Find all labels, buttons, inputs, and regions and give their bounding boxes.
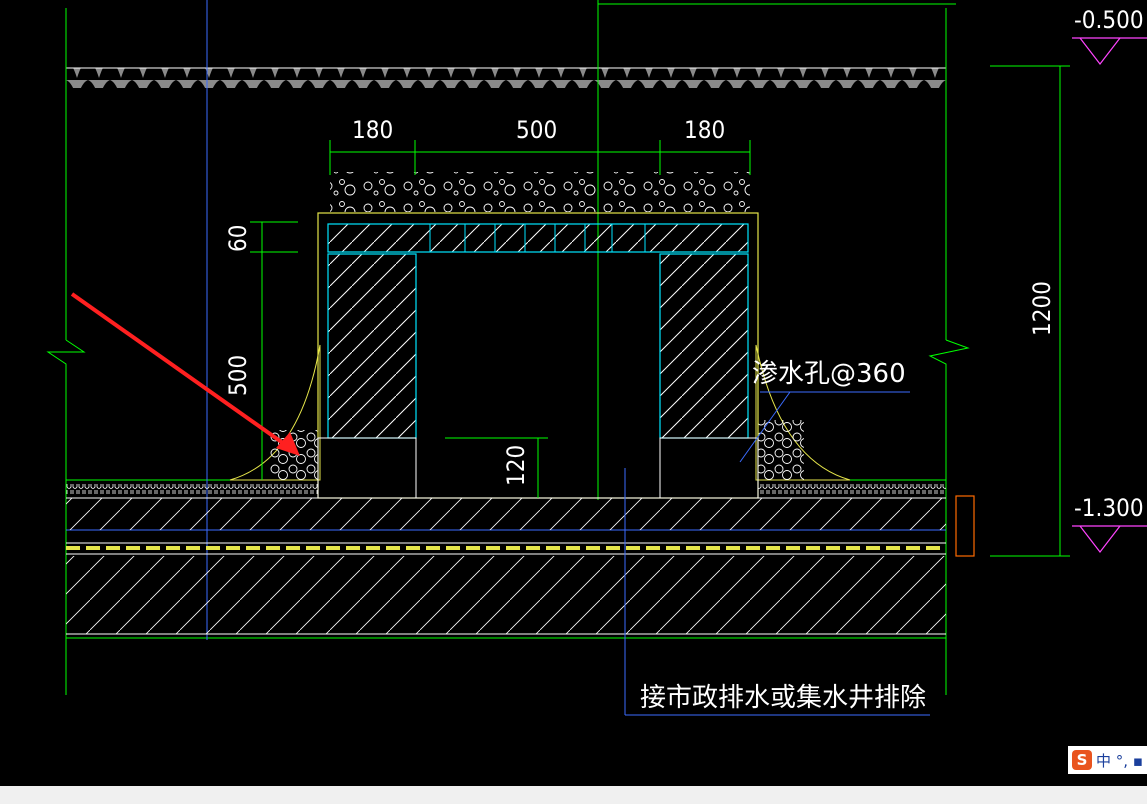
dim-right: 180 xyxy=(684,116,725,144)
dim-middle: 500 xyxy=(516,116,557,144)
ime-status: 中 °, ▪ xyxy=(1096,751,1143,770)
axis-lines xyxy=(66,0,946,640)
foundation-layers xyxy=(66,484,946,635)
cad-drawing: 180 500 180 60 500 120 1200 -0.500 -1.30… xyxy=(46,0,1147,716)
dim-cover: 60 xyxy=(224,225,252,252)
dim-step: 120 xyxy=(502,445,530,486)
level-top: -0.500 xyxy=(1074,6,1144,34)
level-bottom: -1.300 xyxy=(1074,494,1144,522)
dim-depth: 1200 xyxy=(1028,281,1056,336)
ground-earth xyxy=(66,67,946,88)
note-outlet: 接市政排水或集水井排除 xyxy=(640,683,926,713)
gravel-top xyxy=(330,172,750,212)
red-arrow xyxy=(70,292,300,456)
dim-left: 180 xyxy=(352,116,393,144)
dim-wall: 500 xyxy=(224,355,252,396)
sogou-logo-icon: S xyxy=(1072,750,1092,770)
note-seep-hole: 渗水孔@360 xyxy=(752,359,906,389)
status-strip xyxy=(0,786,1147,804)
ime-toolbar[interactable]: S 中 °, ▪ xyxy=(1068,746,1147,774)
